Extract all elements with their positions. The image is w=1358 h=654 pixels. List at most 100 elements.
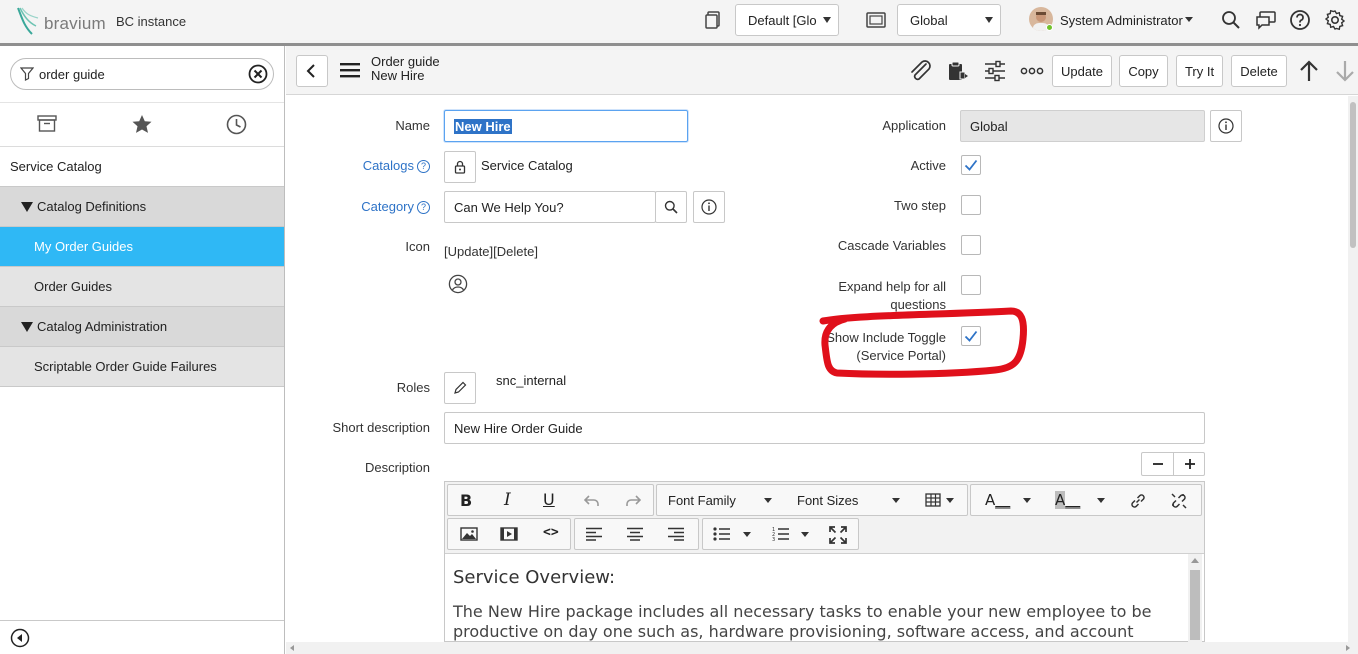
italic-icon[interactable]: I — [504, 490, 511, 510]
category-label[interactable]: Category? — [330, 199, 430, 214]
help-icon[interactable] — [1289, 9, 1311, 31]
gear-icon[interactable] — [1324, 9, 1346, 31]
align-left-icon[interactable] — [585, 527, 603, 541]
update-button[interactable]: Update — [1052, 55, 1112, 87]
align-center-icon[interactable] — [626, 527, 644, 541]
expand-help-label-line: Expand help for all — [838, 279, 946, 294]
info-icon — [1218, 118, 1234, 134]
video-icon[interactable] — [500, 527, 518, 541]
all-apps-icon[interactable] — [37, 115, 57, 133]
next-record-arrow-down-icon[interactable] — [1335, 60, 1355, 82]
page-horizontal-scrollbar[interactable] — [286, 642, 1358, 654]
name-input[interactable]: New Hire — [444, 110, 688, 142]
minus-icon[interactable] — [1142, 453, 1173, 475]
history-clock-icon[interactable] — [226, 114, 247, 135]
previous-record-arrow-up-icon[interactable] — [1299, 60, 1319, 82]
user-menu-chevron-icon[interactable] — [1185, 17, 1193, 22]
update-set-select[interactable]: Default [Glo — [735, 4, 839, 36]
bullet-list-icon[interactable] — [713, 527, 731, 541]
application-scope-icon[interactable] — [865, 10, 887, 30]
icon-update-delete-links[interactable]: [Update][Delete] — [444, 244, 538, 259]
chevron-down-icon[interactable] — [1097, 498, 1105, 503]
nav-item-scriptable-failures[interactable]: Scriptable Order Guide Failures — [0, 347, 284, 387]
scroll-right-icon[interactable] — [1346, 645, 1350, 651]
table-name: Order guide — [371, 54, 440, 69]
chevron-down-icon[interactable] — [801, 532, 809, 537]
page-vertical-scrollbar[interactable] — [1348, 96, 1358, 642]
help-question-icon[interactable]: ? — [417, 160, 430, 173]
numbered-list-icon[interactable]: 123 — [772, 526, 790, 542]
active-checkbox[interactable] — [961, 155, 981, 175]
application-info-button[interactable] — [1210, 110, 1242, 142]
personalize-form-icon[interactable] — [984, 60, 1006, 82]
short-description-input[interactable]: New Hire Order Guide — [444, 412, 1205, 444]
category-info-button[interactable] — [693, 191, 725, 223]
nav-section-catalog-definitions[interactable]: Catalog Definitions — [0, 187, 284, 227]
connect-chat-icon[interactable] — [1255, 10, 1277, 30]
editor-resize-controls — [1141, 452, 1205, 476]
undo-icon[interactable] — [584, 494, 600, 508]
redo-icon[interactable] — [625, 494, 641, 508]
navigator-filter-input[interactable]: order guide — [10, 58, 274, 90]
nav-app-service-catalog[interactable]: Service Catalog — [0, 147, 284, 187]
try-it-button[interactable]: Try It — [1176, 55, 1223, 87]
context-menu-icon[interactable] — [340, 62, 360, 78]
favorites-star-icon[interactable] — [131, 114, 153, 134]
help-question-icon[interactable]: ? — [417, 201, 430, 214]
back-button[interactable] — [296, 55, 328, 87]
fullscreen-icon[interactable] — [829, 526, 847, 544]
unlink-icon[interactable] — [1170, 492, 1188, 510]
text-color-icon[interactable]: A__ — [985, 491, 1010, 509]
image-icon[interactable] — [460, 527, 478, 541]
nav-section-catalog-administration[interactable]: Catalog Administration — [0, 307, 284, 347]
align-right-icon[interactable] — [667, 527, 685, 541]
source-code-icon[interactable]: <> — [543, 525, 559, 540]
cascade-variables-checkbox[interactable] — [961, 235, 981, 255]
user-name[interactable]: System Administrator — [1060, 13, 1183, 28]
underline-icon[interactable]: U — [543, 490, 555, 509]
category-value: Can We Help You? — [454, 199, 564, 215]
category-lookup-button[interactable] — [655, 191, 687, 223]
chevron-down-icon[interactable] — [1023, 498, 1031, 503]
background-color-icon[interactable]: A__ — [1055, 491, 1080, 509]
nav-item-my-order-guides[interactable]: My Order Guides — [0, 227, 284, 267]
search-icon[interactable] — [1221, 10, 1241, 30]
filter-value: order guide — [39, 67, 105, 82]
brand-logo[interactable]: bravium — [16, 6, 106, 36]
font-family-dropdown[interactable]: Font Family — [657, 485, 785, 515]
clear-filter-icon[interactable] — [248, 64, 268, 84]
plus-icon[interactable] — [1174, 453, 1205, 475]
name-value-selected: New Hire — [454, 118, 512, 134]
collapse-navigator-icon[interactable] — [10, 628, 30, 648]
activity-clipboard-icon[interactable] — [946, 60, 970, 84]
category-input[interactable]: Can We Help You? — [444, 191, 656, 223]
chevron-left-icon — [306, 64, 315, 78]
expanded-triangle-icon — [21, 322, 33, 332]
nav-item-order-guides[interactable]: Order Guides — [0, 267, 284, 307]
font-sizes-dropdown[interactable]: Font Sizes — [785, 485, 909, 515]
more-options-icon[interactable] — [1020, 67, 1044, 75]
online-status-dot — [1046, 24, 1053, 31]
catalogs-label[interactable]: Catalogs? — [330, 158, 430, 173]
unlock-catalogs-button[interactable] — [444, 151, 476, 183]
link-icon[interactable] — [1129, 492, 1147, 510]
scroll-left-icon[interactable] — [290, 645, 294, 651]
expand-help-checkbox[interactable] — [961, 275, 981, 295]
edit-roles-button[interactable] — [444, 372, 476, 404]
table-dropdown[interactable] — [909, 485, 967, 515]
editor-scrollbar[interactable] — [1188, 554, 1202, 642]
two-step-checkbox[interactable] — [961, 195, 981, 215]
scroll-up-icon[interactable] — [1191, 558, 1199, 563]
editor-content-area[interactable]: Service Overview: The New Hire package i… — [445, 553, 1204, 642]
page-scroll-thumb[interactable] — [1350, 102, 1356, 248]
paperclip-icon[interactable] — [908, 60, 932, 82]
chevron-down-icon[interactable] — [743, 532, 751, 537]
copy-button[interactable]: Copy — [1119, 55, 1168, 87]
nav-item-label: My Order Guides — [34, 239, 133, 254]
editor-line: productive on day one such as, hardware … — [453, 622, 1134, 641]
editor-scroll-thumb[interactable] — [1190, 570, 1200, 640]
update-set-icon[interactable] — [704, 10, 724, 30]
delete-button[interactable]: Delete — [1231, 55, 1287, 87]
bold-icon[interactable]: B — [460, 491, 472, 510]
scope-select[interactable]: Global — [897, 4, 1001, 36]
